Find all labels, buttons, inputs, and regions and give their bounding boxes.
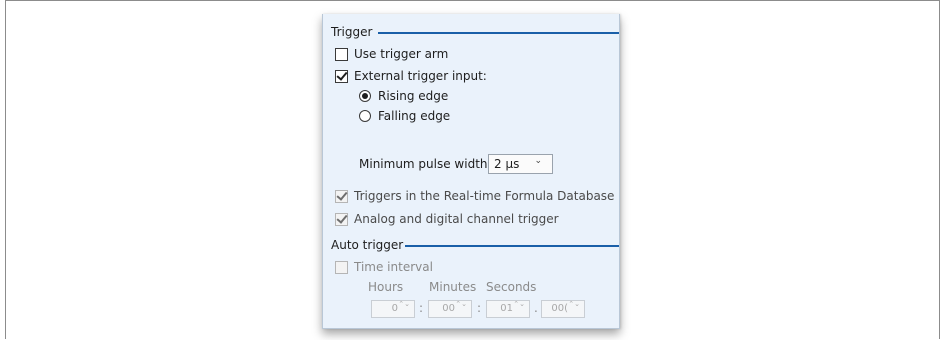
- external-trigger-input-checkbox[interactable]: External trigger input:: [335, 69, 487, 83]
- minutes-spinner[interactable]: 00 ⌃⌄: [428, 300, 472, 318]
- auto-trigger-group-title: Auto trigger: [331, 238, 404, 252]
- spinner-arrows-icon[interactable]: ⌃⌄: [513, 301, 525, 308]
- formula-db-triggers-checkbox[interactable]: Triggers in the Real-time Formula Databa…: [335, 189, 614, 203]
- spinner-arrows-icon[interactable]: ⌃⌄: [455, 301, 467, 308]
- checkbox-unchecked-icon: [335, 260, 348, 274]
- min-pulse-width-value: 2 µs: [494, 157, 520, 171]
- spinner-arrows-icon[interactable]: ⌃⌄: [398, 301, 410, 308]
- seconds-header: Seconds: [486, 280, 537, 294]
- hours-spinner[interactable]: 0 ⌃⌄: [371, 300, 415, 318]
- checkbox-checked-icon: [335, 189, 348, 203]
- min-pulse-width-select[interactable]: 2 µs ⌄: [488, 154, 553, 174]
- falling-edge-radio[interactable]: Falling edge: [359, 109, 450, 123]
- use-trigger-arm-label: Use trigger arm: [354, 47, 449, 61]
- time-dot-separator: .: [534, 301, 538, 315]
- analog-digital-trigger-label: Analog and digital channel trigger: [354, 212, 559, 226]
- analog-digital-trigger-checkbox[interactable]: Analog and digital channel trigger: [335, 212, 559, 226]
- falling-edge-label: Falling edge: [378, 109, 451, 123]
- rising-edge-label: Rising edge: [378, 89, 449, 103]
- trigger-group-title: Trigger: [331, 25, 373, 39]
- seconds-spinner[interactable]: 01 ⌃⌄: [486, 300, 530, 318]
- hours-value: 0: [391, 303, 398, 314]
- radio-unselected-icon: [359, 110, 371, 122]
- rising-edge-radio[interactable]: Rising edge: [359, 89, 448, 103]
- time-colon-separator: :: [419, 301, 424, 315]
- trigger-settings-panel: Trigger Use trigger arm External trigger…: [322, 14, 620, 329]
- time-colon-separator: :: [477, 301, 482, 315]
- fraction-value: 00(: [551, 303, 568, 314]
- auto-trigger-group-divider: [405, 245, 619, 247]
- external-trigger-input-label: External trigger input:: [354, 69, 487, 83]
- fraction-spinner[interactable]: 00( ⌃⌄: [541, 300, 585, 318]
- chevron-down-icon: ⌄: [534, 156, 542, 166]
- spinner-arrows-icon[interactable]: ⌃⌄: [568, 301, 580, 308]
- use-trigger-arm-checkbox[interactable]: Use trigger arm: [335, 47, 448, 61]
- minutes-value: 00: [442, 303, 455, 314]
- seconds-value: 01: [500, 303, 513, 314]
- checkbox-unchecked-icon: [335, 47, 348, 61]
- minutes-header: Minutes: [429, 280, 477, 294]
- checkbox-checked-icon: [335, 212, 348, 226]
- checkbox-checked-icon: [335, 69, 348, 83]
- formula-db-triggers-label: Triggers in the Real-time Formula Databa…: [354, 189, 615, 203]
- time-interval-label: Time interval: [354, 260, 433, 274]
- time-interval-checkbox[interactable]: Time interval: [335, 260, 433, 274]
- min-pulse-width-label: Minimum pulse width:: [359, 157, 492, 171]
- trigger-group-divider: [378, 32, 619, 34]
- hours-header: Hours: [368, 280, 404, 294]
- radio-selected-icon: [359, 90, 371, 102]
